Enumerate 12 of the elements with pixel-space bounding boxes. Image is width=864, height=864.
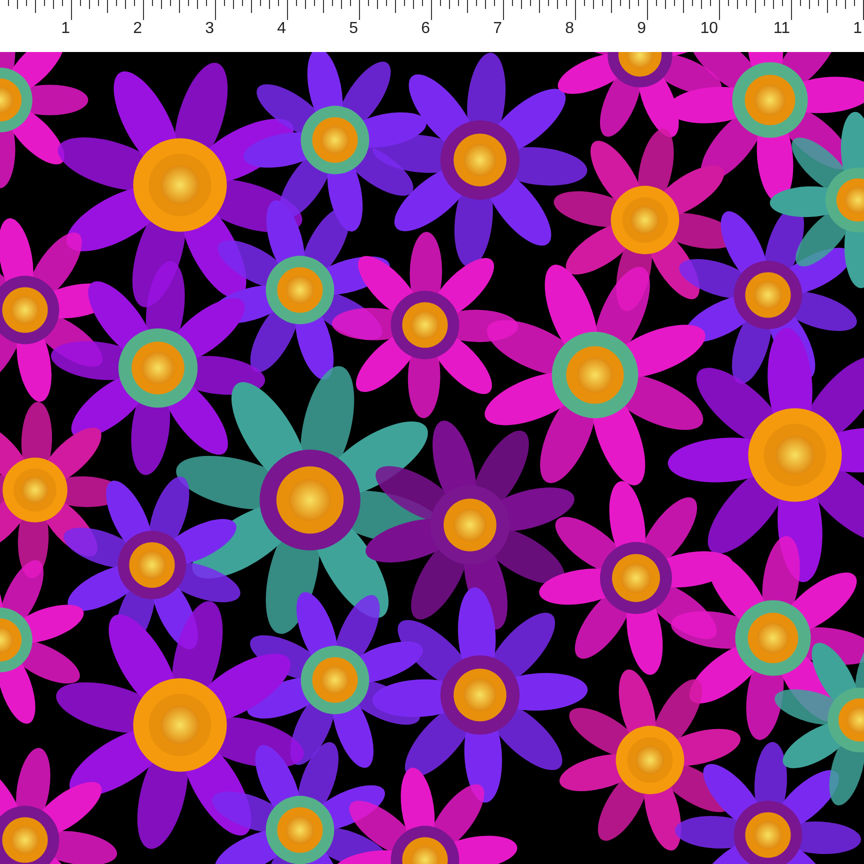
ruler-number: 11 [773,20,790,38]
ruler-number: 6 [421,20,430,38]
ruler-number: 1 [61,20,70,38]
ruler-number: 4 [277,20,286,38]
ruler-number: 5 [349,20,358,38]
ruler-number: 1 [853,20,862,38]
ruler-number: 7 [493,20,502,38]
ruler-number: 8 [565,20,574,38]
ruler-number: 9 [637,20,646,38]
ruler-number: 10 [700,20,718,38]
ruler-number: 2 [133,20,142,38]
ruler-number: 3 [205,20,214,38]
